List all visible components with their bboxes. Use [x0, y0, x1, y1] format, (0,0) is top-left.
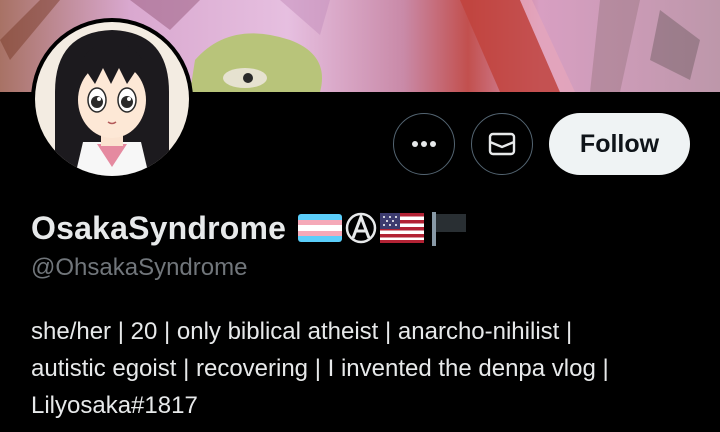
display-name: OsakaSyndrome	[31, 209, 287, 246]
black-flag-icon	[432, 212, 467, 246]
envelope-icon	[488, 132, 516, 156]
follow-button[interactable]: Follow	[549, 113, 690, 175]
more-horizontal-icon	[412, 141, 436, 147]
profile-avatar[interactable]	[31, 18, 193, 180]
more-button[interactable]	[393, 113, 455, 175]
bio-line: she/her | 20 | only biblical atheist | a…	[31, 318, 573, 345]
transgender-flag-icon	[298, 214, 343, 242]
us-flag-icon	[380, 213, 425, 243]
bio-line: Lilyosaka#1817	[31, 392, 198, 419]
avatar-image	[35, 22, 189, 176]
display-name-row: OsakaSyndrome	[31, 208, 468, 248]
circled-a-anarchy-icon	[345, 212, 377, 244]
message-button[interactable]	[471, 113, 533, 175]
bio-line: autistic egoist | recovering | I invente…	[31, 355, 609, 382]
profile-bio: she/her | 20 | only biblical atheist | a…	[31, 313, 691, 424]
profile-handle: @OhsakaSyndrome	[31, 254, 248, 281]
name-emojis	[298, 210, 468, 246]
